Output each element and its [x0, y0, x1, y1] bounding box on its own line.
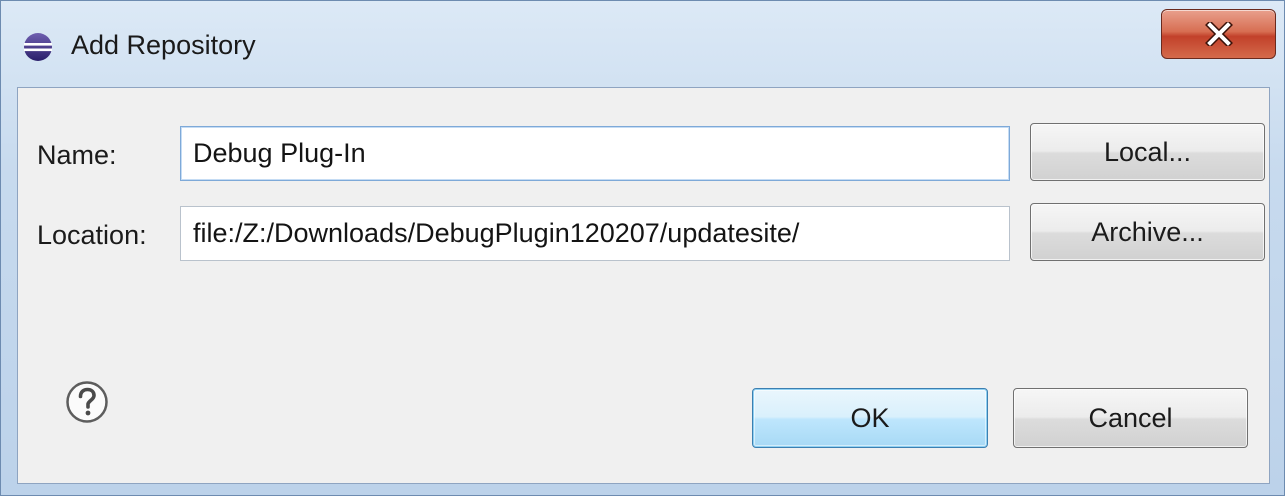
ok-button[interactable]: OK — [752, 388, 988, 448]
cancel-button[interactable]: Cancel — [1013, 388, 1248, 448]
eclipse-icon — [24, 33, 52, 61]
name-field[interactable]: Debug Plug-In — [180, 126, 1010, 181]
archive-button[interactable]: Archive... — [1030, 203, 1265, 261]
add-repository-dialog: Add Repository Name: Debug Plug-In Local… — [0, 0, 1285, 496]
location-field[interactable]: file:/Z:/Downloads/DebugPlugin120207/upd… — [180, 206, 1010, 261]
close-button[interactable] — [1161, 9, 1276, 59]
dialog-title: Add Repository — [71, 30, 256, 60]
local-button[interactable]: Local... — [1030, 123, 1265, 181]
help-question-icon[interactable] — [65, 380, 109, 424]
title-bar[interactable]: Add Repository — [1, 1, 1284, 87]
close-x-icon — [1204, 22, 1233, 46]
dialog-content: Name: Debug Plug-In Local... Location: f… — [17, 87, 1270, 484]
location-label: Location: — [37, 220, 147, 250]
name-label: Name: — [37, 140, 117, 170]
